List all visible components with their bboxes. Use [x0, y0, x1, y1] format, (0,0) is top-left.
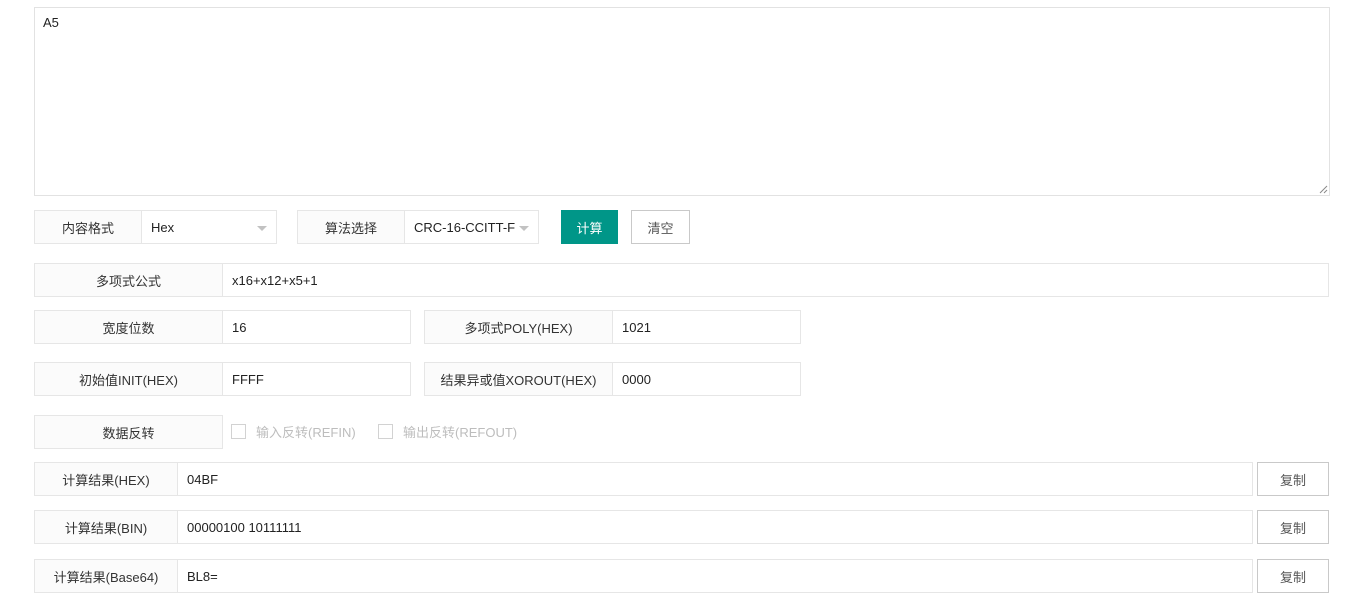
xorout-field[interactable]: 0000 [612, 362, 801, 396]
copy-base64-button[interactable]: 复制 [1257, 559, 1329, 593]
polynomial-formula-label: 多项式公式 [34, 263, 223, 297]
poly-field[interactable]: 1021 [612, 310, 801, 344]
copy-bin-button[interactable]: 复制 [1257, 510, 1329, 544]
algorithm-label: 算法选择 [297, 210, 405, 244]
width-field[interactable]: 16 [222, 310, 411, 344]
result-base64-field[interactable]: BL8= [177, 559, 1253, 593]
copy-hex-button[interactable]: 复制 [1257, 462, 1329, 496]
algorithm-select[interactable]: CRC-16-CCITT-F [404, 210, 539, 244]
result-bin-label: 计算结果(BIN) [34, 510, 178, 544]
result-bin-field[interactable]: 00000100 10111111 [177, 510, 1253, 544]
format-select-value: Hex [151, 219, 175, 235]
chevron-down-icon [519, 226, 529, 231]
result-hex-label: 计算结果(HEX) [34, 462, 178, 496]
format-select[interactable]: Hex [141, 210, 277, 244]
width-label: 宽度位数 [34, 310, 223, 344]
poly-label: 多项式POLY(HEX) [424, 310, 613, 344]
init-label: 初始值INIT(HEX) [34, 362, 223, 396]
resize-grip-icon[interactable] [1318, 184, 1328, 194]
refout-checkbox[interactable] [378, 424, 393, 439]
reflect-label: 数据反转 [34, 415, 223, 449]
chevron-down-icon [257, 226, 267, 231]
refin-checkbox[interactable] [231, 424, 246, 439]
init-field[interactable]: FFFF [222, 362, 411, 396]
xorout-label: 结果异或值XOROUT(HEX) [424, 362, 613, 396]
polynomial-formula-field[interactable]: x16+x12+x5+1 [222, 263, 1329, 297]
format-label: 内容格式 [34, 210, 142, 244]
refout-label[interactable]: 输出反转(REFOUT) [403, 424, 517, 440]
result-hex-field[interactable]: 04BF [177, 462, 1253, 496]
calculate-button[interactable]: 计算 [561, 210, 618, 244]
clear-button[interactable]: 清空 [631, 210, 690, 244]
algorithm-select-value: CRC-16-CCITT-F [414, 219, 516, 235]
refin-label[interactable]: 输入反转(REFIN) [256, 424, 356, 440]
result-base64-label: 计算结果(Base64) [34, 559, 178, 593]
data-input[interactable]: A5 [34, 7, 1330, 196]
